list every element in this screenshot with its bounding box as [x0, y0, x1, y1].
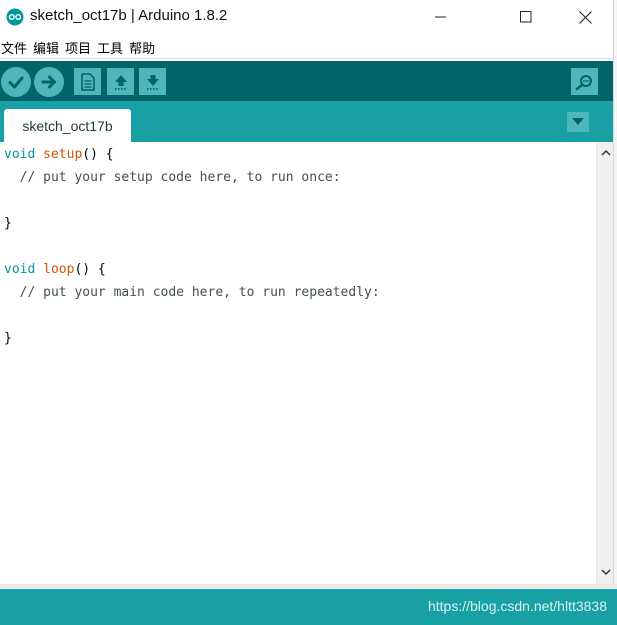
keyword: void [4, 262, 36, 277]
triangle-down-icon [572, 118, 584, 125]
menu-tools[interactable]: 工具 [97, 38, 129, 57]
window-title: sketch_oct17b | Arduino 1.8.2 [30, 7, 228, 24]
scroll-up-button[interactable] [597, 144, 614, 161]
code-text: () { [82, 147, 114, 162]
checkmark-icon [8, 76, 24, 89]
arrow-up-icon [114, 74, 127, 90]
keyword: void [4, 147, 36, 162]
scroll-down-button[interactable] [597, 564, 614, 581]
function-name: setup [43, 147, 83, 162]
tab-sketch[interactable]: sketch_oct17b [4, 109, 131, 142]
save-sketch-button[interactable] [139, 68, 166, 95]
arrow-right-icon [41, 75, 56, 89]
code-line: void loop() { [4, 262, 106, 278]
code-line: void setup() { [4, 147, 114, 163]
code-comment: // put your setup code here, to run once… [4, 170, 341, 185]
code-comment: // put your main code here, to run repea… [4, 285, 380, 300]
arrow-down-icon [146, 74, 159, 90]
maximize-icon [520, 11, 532, 23]
serial-monitor-button[interactable] [571, 68, 598, 95]
vertical-scrollbar[interactable] [596, 142, 614, 584]
menu-edit[interactable]: 编辑 [33, 38, 65, 57]
close-button[interactable] [562, 0, 608, 34]
code-text: () { [74, 262, 106, 277]
title-bar[interactable]: sketch_oct17b | Arduino 1.8.2 [0, 0, 617, 34]
code-line: } [4, 331, 12, 346]
status-bar: https://blog.csdn.net/hltt3838 [0, 589, 617, 625]
new-sketch-button[interactable] [74, 68, 101, 95]
arduino-window: sketch_oct17b | Arduino 1.8.2 文件 编辑 项目 工… [0, 0, 617, 625]
watermark-text: https://blog.csdn.net/hltt3838 [427, 598, 607, 614]
new-file-icon [80, 72, 95, 91]
magnifier-icon [575, 74, 592, 90]
verify-button[interactable] [1, 67, 31, 97]
menu-sketch[interactable]: 项目 [65, 38, 97, 57]
tab-menu-button[interactable] [567, 112, 589, 132]
menu-help[interactable]: 帮助 [129, 38, 161, 57]
minimize-button[interactable] [418, 0, 464, 34]
arduino-logo-icon [6, 8, 24, 26]
tab-strip: sketch_oct17b [0, 101, 617, 142]
code-line: } [4, 216, 12, 231]
menu-file[interactable]: 文件 [0, 38, 33, 57]
window-border [613, 0, 617, 625]
close-icon [578, 10, 592, 24]
minimize-icon [435, 16, 446, 18]
open-sketch-button[interactable] [107, 68, 134, 95]
maximize-button[interactable] [503, 0, 549, 34]
menu-bar: 文件 编辑 项目 工具 帮助 [0, 36, 617, 59]
code-editor[interactable]: void setup() { // put your setup code he… [0, 142, 596, 584]
function-name: loop [43, 262, 75, 277]
toolbar [0, 61, 617, 101]
chevron-down-icon [600, 569, 611, 576]
upload-button[interactable] [34, 67, 64, 97]
chevron-up-icon [600, 149, 611, 156]
